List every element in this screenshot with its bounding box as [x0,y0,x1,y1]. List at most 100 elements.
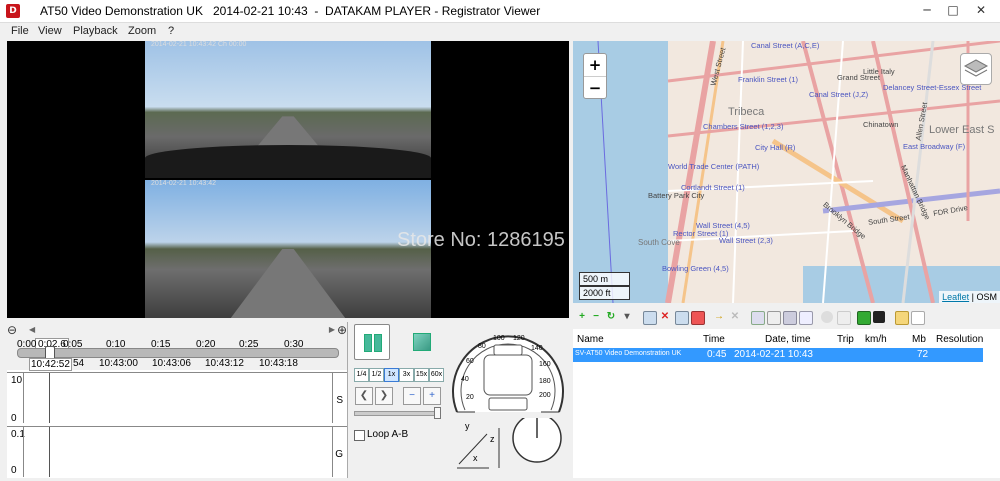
close-icon[interactable]: ✕ [968,1,994,19]
map-toggle-icon[interactable] [799,311,813,325]
zoom-out-icon[interactable]: ⊖ [7,323,17,337]
gauge-tick: 60 [466,358,474,365]
next-frame-icon[interactable]: ❯ [375,387,393,405]
zoom-in-icon[interactable]: ⊕ [337,323,347,337]
column-header-trip[interactable]: Trip [837,334,854,345]
snapshot-icon[interactable] [821,311,833,323]
current-time-suffix: 54 [73,358,85,369]
record-icon[interactable] [691,311,705,325]
volume-slider[interactable] [354,411,440,416]
app-logo-icon: D [6,4,20,18]
document-icon[interactable] [911,311,925,325]
file-name-cell: SV-AT50 Video Demonstration UK [575,350,682,357]
layers-toggle-icon[interactable] [783,311,797,325]
film-icon[interactable] [873,311,885,323]
file-list-panel: + − ↻ ▾ ✕ → ✕ Name Time Date, time Trip … [573,305,1000,478]
store-watermark: Store No: 1286195 [397,229,565,251]
frame-icon[interactable] [767,311,781,325]
dropdown-icon[interactable]: ▾ [621,311,633,323]
add-file-icon[interactable]: + [576,311,588,323]
speedometer-panel: 20 40 60 80 100 120 140 160 180 200 x y … [447,322,569,478]
map-label: Canal Street (J,Z) [809,90,869,99]
graph-ymax: 10 [11,375,23,386]
menu-help[interactable]: ? [168,25,174,37]
loop-label: Loop A-B [367,429,409,440]
timeline-header: ⊖ ⊕ ◀ ▶ 0:02.6 0:00 0:05 0:10 0:15 0:20 … [7,322,347,371]
speed-1x-button[interactable]: 1x [384,368,399,382]
map-label: Bowling Green (4,5) [662,264,729,273]
leaflet-link[interactable]: Leaflet [942,292,969,302]
refresh-icon[interactable]: ↻ [605,311,617,323]
column-header-resolution[interactable]: Resolution [936,334,983,345]
file-time-cell: 0:45 [707,349,727,360]
table-row[interactable]: SV-AT50 Video Demonstration UK 0:45 2014… [573,348,983,362]
playhead-line [49,373,50,423]
speed-15x-button[interactable]: 15x [414,368,429,382]
timeline-panel: ⊖ ⊕ ◀ ▶ 0:02.6 0:00 0:05 0:10 0:15 0:20 … [7,322,348,478]
menu-file[interactable]: File [11,25,29,37]
map-label: Wall Street (2,3) [719,236,773,245]
copy-icon[interactable] [643,311,657,325]
remove-file-icon[interactable]: − [590,311,602,323]
menu-view[interactable]: View [38,25,62,37]
timeline-slider[interactable] [17,348,339,358]
graph-channel: S [336,395,343,406]
pause-icon[interactable] [354,324,390,360]
delete-icon[interactable]: ✕ [659,311,671,323]
map-zoom-out-button[interactable]: − [584,77,606,99]
video-osd-bottom: 2014-02-21 10:43:42 [151,180,216,187]
scroll-right-icon[interactable]: ▶ [329,325,335,334]
map-label: Franklin Street (1) [738,75,799,84]
column-header-name[interactable]: Name [577,334,604,345]
file-datetime-cell: 2014-02-21 10:43 [734,349,813,360]
zoom-in-video-icon[interactable]: + [423,387,441,405]
export-icon[interactable] [751,311,765,325]
map-label: Battery Park City [648,191,705,200]
column-header-datetime[interactable]: Date, time [765,334,811,345]
zoom-out-video-icon[interactable]: − [403,387,421,405]
settings-icon[interactable] [837,311,851,325]
map-zoom-control: + − [583,53,607,99]
speed-graph: 10 0 S [7,372,347,424]
speed-60x-button[interactable]: 60x [429,368,444,382]
maximize-icon[interactable]: □ [940,1,966,19]
current-time: 10:42:52 [29,358,72,371]
speed-half-button[interactable]: 1/2 [369,368,384,382]
column-header-kmh[interactable]: km/h [865,334,887,345]
map-label: Lower East S [929,124,995,136]
speed-3x-button[interactable]: 3x [399,368,414,382]
timeline-time: 10:43:18 [259,358,298,369]
image-icon[interactable] [857,311,871,325]
layers-icon[interactable] [960,53,992,85]
volume-slider-thumb[interactable] [434,407,441,419]
minimize-icon[interactable]: ─ [914,1,940,19]
map-label: World Trade Center (PATH) [668,162,760,171]
stop-icon[interactable] [404,324,440,360]
file-mb-cell: 72 [917,349,929,360]
window-title: AT50 Video Demonstration UK 2014-02-21 1… [40,4,541,18]
menu-playback[interactable]: Playback [73,25,118,37]
column-header-mb[interactable]: Mb [912,334,926,345]
gauge-tick: 20 [466,394,474,401]
key-icon[interactable]: → [713,311,725,323]
map-label: Grand Street [837,73,880,82]
save-icon[interactable] [675,311,689,325]
gauge-tick: 80 [478,343,486,350]
map-attribution: Leaflet | OSM [939,291,1000,303]
loop-checkbox[interactable] [354,430,365,441]
folder-icon[interactable] [895,311,909,325]
scroll-left-icon[interactable]: ◀ [29,325,35,334]
speed-quarter-button[interactable]: 1/4 [354,368,369,382]
map-label: Tribeca [728,106,765,118]
cut-icon[interactable]: ✕ [729,311,741,323]
menu-zoom[interactable]: Zoom [128,25,156,37]
prev-frame-icon[interactable]: ❮ [355,387,373,405]
map-zoom-in-button[interactable]: + [584,54,606,77]
map-panel[interactable]: Canal Street (A,C,E) Little Italy Frankl… [573,41,1000,303]
rear-camera-view: 2014-02-21 10:43:42 [145,180,431,318]
osm-attribution: OSM [976,292,997,302]
column-header-time[interactable]: Time [703,334,725,345]
video-osd-top: 2014-02-21 10:43:42 Ch 00:00 [151,41,247,48]
video-panel[interactable]: 2014-02-21 10:43:42 Ch 00:00 2014-02-21 … [7,41,569,318]
map-label: Cortlandt Street (1) [681,183,745,192]
